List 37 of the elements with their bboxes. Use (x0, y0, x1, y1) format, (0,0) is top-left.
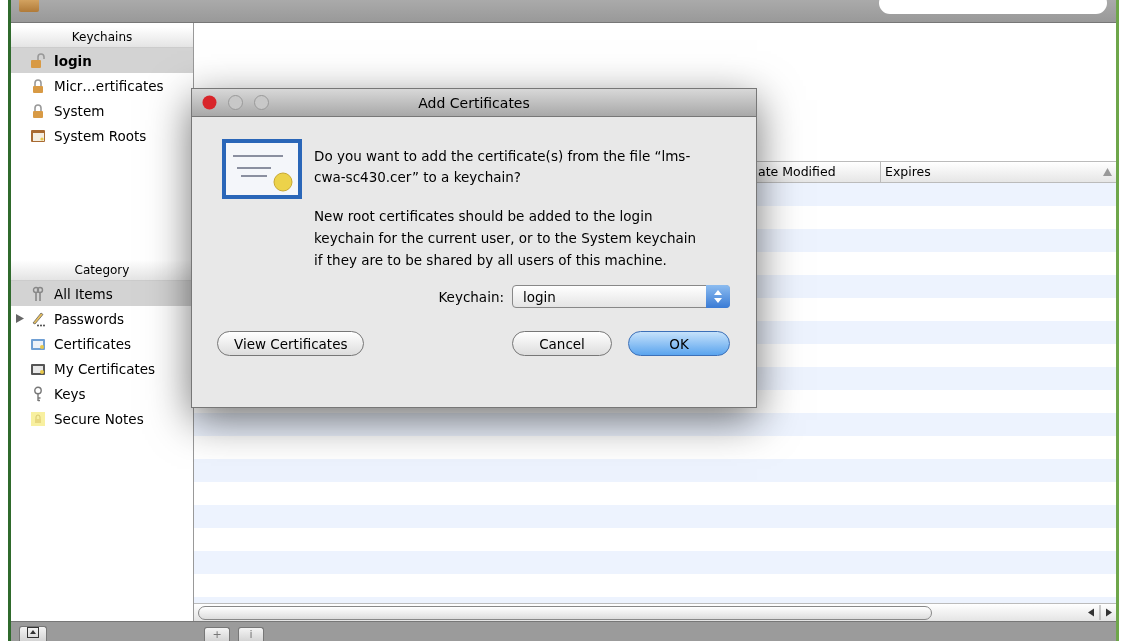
dialog-button[interactable]: OK (628, 331, 730, 356)
horizontal-scrollbar[interactable] (194, 603, 1116, 621)
note-icon (30, 410, 46, 427)
toggle-sidebar-button[interactable] (19, 626, 47, 641)
unlocked-padlock-icon (30, 52, 46, 69)
padlock-icon (30, 77, 46, 94)
sidebar-item[interactable]: All Items (11, 281, 193, 306)
window-controls-icon[interactable] (202, 95, 272, 110)
sidebar-item[interactable]: Micr…ertificates (11, 73, 193, 98)
sidebar-item[interactable]: System (11, 98, 193, 123)
sidebar-item[interactable]: Passwords (11, 306, 193, 331)
sidebar-item[interactable]: Secure Notes (11, 406, 193, 431)
sidebar-item[interactable]: System Roots (11, 123, 193, 148)
section-header: Keychains (11, 27, 193, 48)
section-header: Category (11, 260, 193, 281)
column-header[interactable]: Expires (881, 162, 1116, 182)
sidebar-item[interactable]: Certificates (11, 331, 193, 356)
dialog-button[interactable]: Cancel (512, 331, 612, 356)
dialog-button[interactable]: View Certificates (217, 331, 365, 356)
keys-icon (30, 285, 46, 302)
eject-icon (27, 627, 39, 638)
toolbar-button[interactable]: i (238, 627, 264, 641)
dialog-title: Add Certificates (417, 94, 531, 111)
pencil-icon (30, 310, 46, 327)
toolbar-button[interactable]: + (204, 627, 230, 641)
keychain-label: Keychain: (438, 288, 504, 305)
padlock-icon (30, 102, 46, 119)
dialog-message: Do you want to add the certificate(s) from the file “lms-cwa-sc430.cer” to a keychain? (314, 147, 692, 187)
disclosure-triangle-icon[interactable] (16, 314, 24, 323)
sort-arrow-icon (1103, 168, 1112, 176)
certificate-folder-icon (30, 127, 46, 144)
certificate-icon (221, 138, 303, 200)
keychain-popup[interactable]: login (512, 285, 730, 308)
dialog-info-text: New root certificates should be added to the login keychain for the current user, or to the System keychain if they are to be shared by all users of this machine. (314, 207, 697, 270)
sidebar-item[interactable]: Keys (11, 381, 193, 406)
sidebar-item[interactable]: My Certificates (11, 356, 193, 381)
sidebar-item[interactable]: login (11, 48, 193, 73)
